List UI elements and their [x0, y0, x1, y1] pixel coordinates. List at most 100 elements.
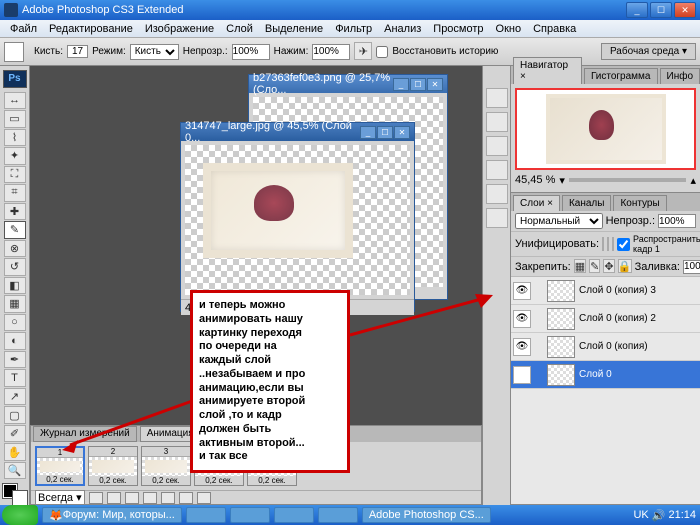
stamp-tool[interactable]: ⊗: [4, 240, 26, 258]
zoom-tool[interactable]: 🔍: [4, 462, 26, 480]
tween-button[interactable]: [161, 492, 175, 504]
menu-layer[interactable]: Слой: [220, 23, 259, 35]
animation-frame[interactable]: 20,2 сек.: [88, 446, 138, 486]
first-frame-button[interactable]: [89, 492, 103, 504]
tab-paths[interactable]: Контуры: [613, 195, 666, 211]
history-checkbox[interactable]: [376, 46, 388, 58]
brush-tool[interactable]: ✎: [4, 221, 26, 239]
layer-name[interactable]: Слой 0 (копия): [579, 341, 648, 352]
doc-max[interactable]: ☐: [377, 126, 393, 139]
menu-filter[interactable]: Фильтр: [329, 23, 378, 35]
layer-row[interactable]: 👁 Слой 0: [511, 361, 700, 389]
opacity-input[interactable]: [232, 44, 270, 60]
tab-histogram[interactable]: Гистограмма: [584, 68, 658, 84]
workspace-switcher[interactable]: Рабочая среда ▾: [601, 43, 696, 60]
dock-icon[interactable]: [486, 136, 508, 156]
layer-row[interactable]: 👁 Слой 0 (копия): [511, 333, 700, 361]
dock-icon[interactable]: [486, 208, 508, 228]
doc-min[interactable]: _: [393, 78, 409, 91]
slice-tool[interactable]: ⌗: [4, 184, 26, 202]
wand-tool[interactable]: ✦: [4, 147, 26, 165]
menu-window[interactable]: Окно: [490, 23, 528, 35]
unify-icon[interactable]: [612, 237, 614, 251]
zoom-out-icon[interactable]: ▾: [559, 174, 565, 187]
visibility-icon[interactable]: 👁: [513, 338, 531, 356]
menu-help[interactable]: Справка: [527, 23, 582, 35]
zoom-slider[interactable]: [569, 178, 687, 182]
doc-close[interactable]: ✕: [394, 126, 410, 139]
taskbar-item[interactable]: 🦊 Форум: Мир, которы...: [42, 507, 182, 523]
tray-lang[interactable]: UK: [633, 509, 648, 521]
layer-thumbnail[interactable]: [547, 308, 575, 330]
taskbar-item[interactable]: [230, 507, 270, 523]
brush-size[interactable]: 17: [67, 45, 88, 58]
unify-icon[interactable]: [602, 237, 604, 251]
unify-icon[interactable]: [607, 237, 609, 251]
move-tool[interactable]: ↔: [4, 92, 26, 110]
history-brush-tool[interactable]: ↺: [4, 258, 26, 276]
lasso-tool[interactable]: ⌇: [4, 129, 26, 147]
dodge-tool[interactable]: ◐: [4, 332, 26, 350]
tab-channels[interactable]: Каналы: [562, 195, 612, 211]
mode-select[interactable]: Кисть: [130, 44, 179, 60]
menu-edit[interactable]: Редактирование: [43, 23, 139, 35]
lock-pixel-icon[interactable]: ✎: [589, 259, 600, 273]
dock-icon[interactable]: [486, 88, 508, 108]
taskbar-item[interactable]: [186, 507, 226, 523]
lock-pos-icon[interactable]: ✥: [603, 259, 614, 273]
maximize-button[interactable]: ☐: [650, 2, 672, 18]
path-tool[interactable]: ↗: [4, 388, 26, 406]
doc-min[interactable]: _: [360, 126, 376, 139]
taskbar-item[interactable]: [274, 507, 314, 523]
taskbar-item[interactable]: Adobe Photoshop CS...: [362, 507, 491, 523]
tray-clock[interactable]: 21:14: [668, 509, 696, 521]
background-color[interactable]: [13, 491, 27, 505]
loop-select[interactable]: Всегда ▾: [35, 490, 85, 505]
menu-view[interactable]: Просмотр: [427, 23, 489, 35]
dock-icon[interactable]: [486, 160, 508, 180]
start-button[interactable]: [2, 505, 38, 525]
fill-input[interactable]: [683, 260, 700, 274]
prev-frame-button[interactable]: [107, 492, 121, 504]
layer-name[interactable]: Слой 0 (копия) 2: [579, 313, 656, 324]
heal-tool[interactable]: ✚: [4, 203, 26, 221]
menu-image[interactable]: Изображение: [139, 23, 220, 35]
shape-tool[interactable]: ▢: [4, 406, 26, 424]
document-window-front[interactable]: 314747_large.jpg @ 45,5% (Слой 0... _☐✕ …: [180, 122, 415, 312]
blend-mode-select[interactable]: Нормальный: [515, 213, 603, 229]
animation-frame[interactable]: 30,2 сек.: [141, 446, 191, 486]
hand-tool[interactable]: ✋: [4, 443, 26, 461]
tray-icon[interactable]: 🔊: [652, 509, 666, 522]
tab-info[interactable]: Инфо: [660, 68, 700, 84]
type-tool[interactable]: T: [4, 369, 26, 387]
propagate-checkbox[interactable]: [617, 238, 630, 251]
close-button[interactable]: ✕: [674, 2, 696, 18]
blur-tool[interactable]: ○: [4, 314, 26, 332]
layer-thumbnail[interactable]: [547, 364, 575, 386]
lock-trans-icon[interactable]: ▦: [574, 259, 586, 273]
eyedropper-tool[interactable]: ✐: [4, 425, 26, 443]
eraser-tool[interactable]: ◧: [4, 277, 26, 295]
crop-tool[interactable]: ⛶: [4, 166, 26, 184]
layer-name[interactable]: Слой 0: [579, 369, 612, 380]
tab-measurements[interactable]: Журнал измерений: [33, 426, 137, 442]
document-canvas[interactable]: [185, 145, 410, 295]
menu-analysis[interactable]: Анализ: [378, 23, 427, 35]
pen-tool[interactable]: ✒: [4, 351, 26, 369]
airbrush-icon[interactable]: ✈: [354, 42, 372, 60]
zoom-in-icon[interactable]: ▴: [690, 174, 696, 187]
play-button[interactable]: [125, 492, 139, 504]
dock-icon[interactable]: [486, 112, 508, 132]
taskbar-item[interactable]: [318, 507, 358, 523]
visibility-icon[interactable]: 👁: [513, 282, 531, 300]
layer-row[interactable]: 👁 Слой 0 (копия) 3: [511, 277, 700, 305]
marquee-tool[interactable]: ▭: [4, 110, 26, 128]
tab-layers[interactable]: Слои ×: [513, 195, 560, 211]
layer-thumbnail[interactable]: [547, 336, 575, 358]
visibility-icon[interactable]: 👁: [513, 366, 531, 384]
layer-name[interactable]: Слой 0 (копия) 3: [579, 285, 656, 296]
tool-preset-picker[interactable]: [4, 42, 24, 62]
menu-file[interactable]: Файл: [4, 23, 43, 35]
navigator-thumbnail[interactable]: [515, 88, 696, 170]
document-titlebar[interactable]: 314747_large.jpg @ 45,5% (Слой 0... _☐✕: [181, 123, 414, 141]
